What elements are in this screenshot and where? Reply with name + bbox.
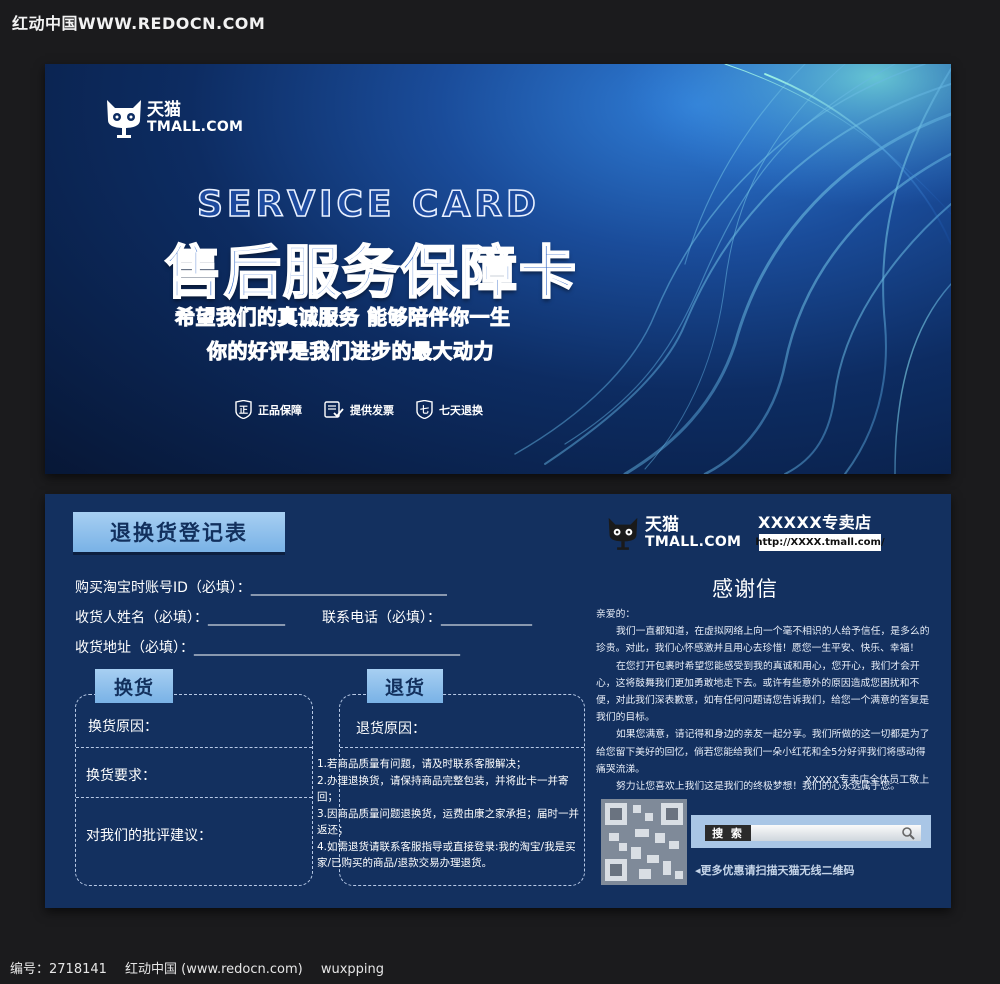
divider [76,797,312,798]
footer-author: wuxpping [320,962,385,977]
front-card: 天猫 TMALL.COM SERVICE CARD 售后服务保障卡 希望我们的真… [45,64,951,474]
slogan-line-2: 你的好评是我们进步的最大动力 [207,339,495,364]
register-title: 退换货登记表 [73,512,285,552]
promo-text: ◂更多优惠请扫描天猫无线二维码 [695,862,855,878]
exchange-box: 换货原因： 换货要求： 对我们的批评建议： [75,694,313,886]
field-account-id: 购买淘宝时账号ID（必填）：__________________________… [75,580,447,596]
promo-label: 更多优惠请扫描天猫无线二维码 [700,864,855,877]
slogan-line-1: 希望我们的真诚服务 能够陪伴你一生 [174,305,511,330]
footer-site: 红动中国 (www.redocn.com) [125,962,303,977]
search-button[interactable]: 搜 索 [705,825,751,841]
exchange-tab: 换货 [95,669,173,703]
svg-text:七: 七 [420,404,429,416]
tmall-cat-icon [608,517,638,550]
letter-greeting: 亲爱的： [596,609,636,620]
field-address: 收货地址（必填）：_______________________________… [75,640,460,656]
store-name: XXXXX专卖店 [758,513,872,532]
qr-code-icon [601,799,687,885]
exchange-reason-label: 换货原因： [88,719,158,735]
tmall-cat-icon [107,100,141,138]
rule-item: 1.若商品质量有问题，请及时联系客服解决； [317,758,527,770]
thank-you-letter-title: 感谢信 [712,577,778,601]
watermark-top: 红动中国WWW.REDOCN.COM [12,14,266,33]
search-icon[interactable] [901,826,915,840]
badge-return-label: 七天退换 [439,403,483,417]
service-badges: 正 正品保障 提供发票 七 七天退换 [235,400,483,419]
badge-genuine: 正 正品保障 [235,400,302,419]
rule-item: 2.办理退换货，请保持商品完整包装，并将此卡一并寄回； [317,774,569,804]
store-url[interactable]: http://XXXX.tmall.com/ [755,534,885,551]
return-tab: 退货 [367,669,443,703]
search-bar: 搜 索 [691,815,931,848]
badge-genuine-label: 正品保障 [258,403,302,417]
shield-zheng-icon: 正 [235,400,252,419]
letter-paragraph: 我们一直都知道，在虚拟网络上向一个毫不相识的人给予信任，是多么的珍贵。对此，我们… [596,626,930,655]
field-phone: 联系电话（必填）：_____________ [322,610,532,626]
badge-invoice-label: 提供发票 [350,403,394,417]
return-rules: 1.若商品质量有问题，请及时联系客服解决； 2.办理退换货，请保持商品完整包装，… [317,756,582,872]
rule-item: 3.因商品质量问题退换货，运费由康之家承担；届时一并返还； [317,807,580,837]
letter-paragraph: 在您打开包裹时希望您能感受到我的真诚和用心，您开心，我们才会开心，这将鼓舞我们更… [596,660,930,724]
badge-seven-day-return: 七 七天退换 [416,400,483,419]
logo-text-cn: 天猫 [147,100,181,120]
title-chinese: 售后服务保障卡 [164,239,578,307]
divider [76,747,312,748]
return-reason-label: 退货原因： [356,721,426,737]
thank-you-letter: 亲爱的： 我们一直都知道，在虚拟网络上向一个毫不相识的人给予信任，是多么的珍贵。… [596,606,931,795]
logo-text-cn: 天猫 [645,515,679,535]
search-input[interactable] [751,825,921,841]
back-card: 退换货登记表 购买淘宝时账号ID（必填）：___________________… [45,494,951,908]
tmall-logo: 天猫 TMALL.COM [105,96,243,140]
shield-seven-icon: 七 [416,400,433,419]
footer-id: 编号：2718141 [10,962,107,977]
letter-signature: XXXXX专卖店全体员工敬上 [805,775,930,786]
field-receiver-name: 收货人姓名（必填）：___________ [75,610,285,626]
svg-text:正: 正 [239,405,248,416]
exchange-request-label: 换货要求： [86,768,156,784]
tmall-logo-back: 天猫 TMALL.COM [607,514,741,552]
logo-text-en: TMALL.COM [645,534,742,550]
feedback-label: 对我们的批评建议： [86,828,212,844]
logo-text-en: TMALL.COM [147,119,244,135]
divider [340,747,584,748]
invoice-check-icon [324,401,344,418]
badge-invoice: 提供发票 [324,400,394,419]
title-english: SERVICE CARD [196,183,540,226]
rule-item: 4.如需退货请联系客服指导或直接登录:我的淘宝/我是买家/已购买的商品/退款交易… [317,840,576,870]
footer: 编号：2718141 红动中国 (www.redocn.com) wuxppin… [10,958,398,977]
